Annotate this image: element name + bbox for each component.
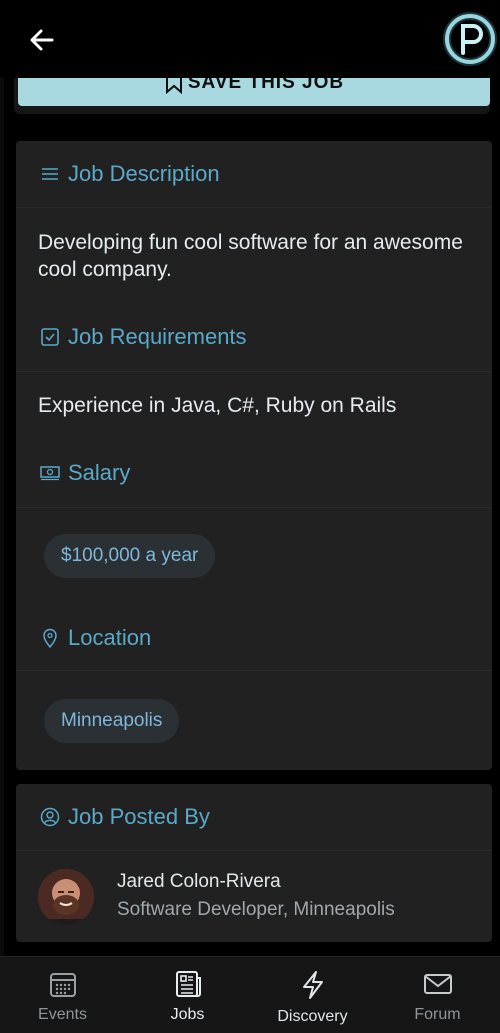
- job-description-header: Job Description: [40, 161, 492, 187]
- divider: [16, 507, 492, 508]
- divider: [16, 850, 492, 851]
- scroll-edge: [0, 78, 4, 956]
- list-icon: [40, 164, 60, 184]
- checkbox-icon: [40, 327, 60, 347]
- location-pin-icon: [40, 628, 60, 648]
- job-description-title: Job Description: [68, 161, 220, 186]
- mail-icon: [423, 974, 452, 994]
- top-bar: [0, 0, 500, 78]
- lightning-icon: [302, 971, 323, 999]
- divider: [16, 670, 492, 671]
- job-requirements-title: Job Requirements: [68, 324, 247, 349]
- job-posted-by-title: Job Posted By: [68, 804, 210, 829]
- tab-forum[interactable]: Forum: [375, 957, 500, 1033]
- calendar-icon: [49, 973, 76, 997]
- poster-role: Software Developer, Minneapolis: [117, 899, 395, 920]
- money-icon: [40, 463, 60, 483]
- newspaper-icon: [175, 971, 201, 997]
- tab-forum-label: Forum: [414, 1006, 461, 1023]
- location-header: Location: [40, 625, 492, 651]
- tab-discovery[interactable]: Discovery: [250, 957, 375, 1033]
- user-circle-icon: [40, 807, 60, 827]
- job-description-text: Developing fun cool software for an awes…: [38, 231, 463, 281]
- job-details-card: Job Description Developing fun cool soft…: [16, 141, 492, 770]
- job-posted-by-card: Job Posted By Jared Colon-Rivera Softwar…: [16, 784, 492, 942]
- divider: [16, 371, 492, 372]
- tab-events[interactable]: Events: [0, 957, 125, 1033]
- job-requirements-text: Experience in Java, C#, Ruby on Rails: [38, 394, 397, 417]
- bottom-tab-bar: Events Jobs Discovery Forum: [0, 956, 500, 1033]
- divider: [16, 207, 492, 208]
- tab-jobs[interactable]: Jobs: [125, 957, 250, 1033]
- salary-header: Salary: [40, 460, 492, 486]
- poster-name[interactable]: Jared Colon-Rivera: [117, 871, 281, 893]
- job-requirements-header: Job Requirements: [40, 324, 492, 350]
- back-arrow-icon[interactable]: [26, 24, 58, 56]
- avatar[interactable]: [38, 869, 94, 925]
- tab-jobs-label: Jobs: [170, 1006, 205, 1023]
- tab-discovery-label: Discovery: [277, 1008, 348, 1025]
- tab-events-label: Events: [38, 1006, 87, 1023]
- job-posted-by-header: Job Posted By: [40, 804, 492, 830]
- salary-title: Salary: [68, 460, 131, 485]
- location-chip: Minneapolis: [44, 699, 180, 743]
- app-logo-icon[interactable]: [443, 12, 497, 66]
- location-title: Location: [68, 625, 152, 650]
- salary-chip: $100,000 a year: [44, 534, 216, 578]
